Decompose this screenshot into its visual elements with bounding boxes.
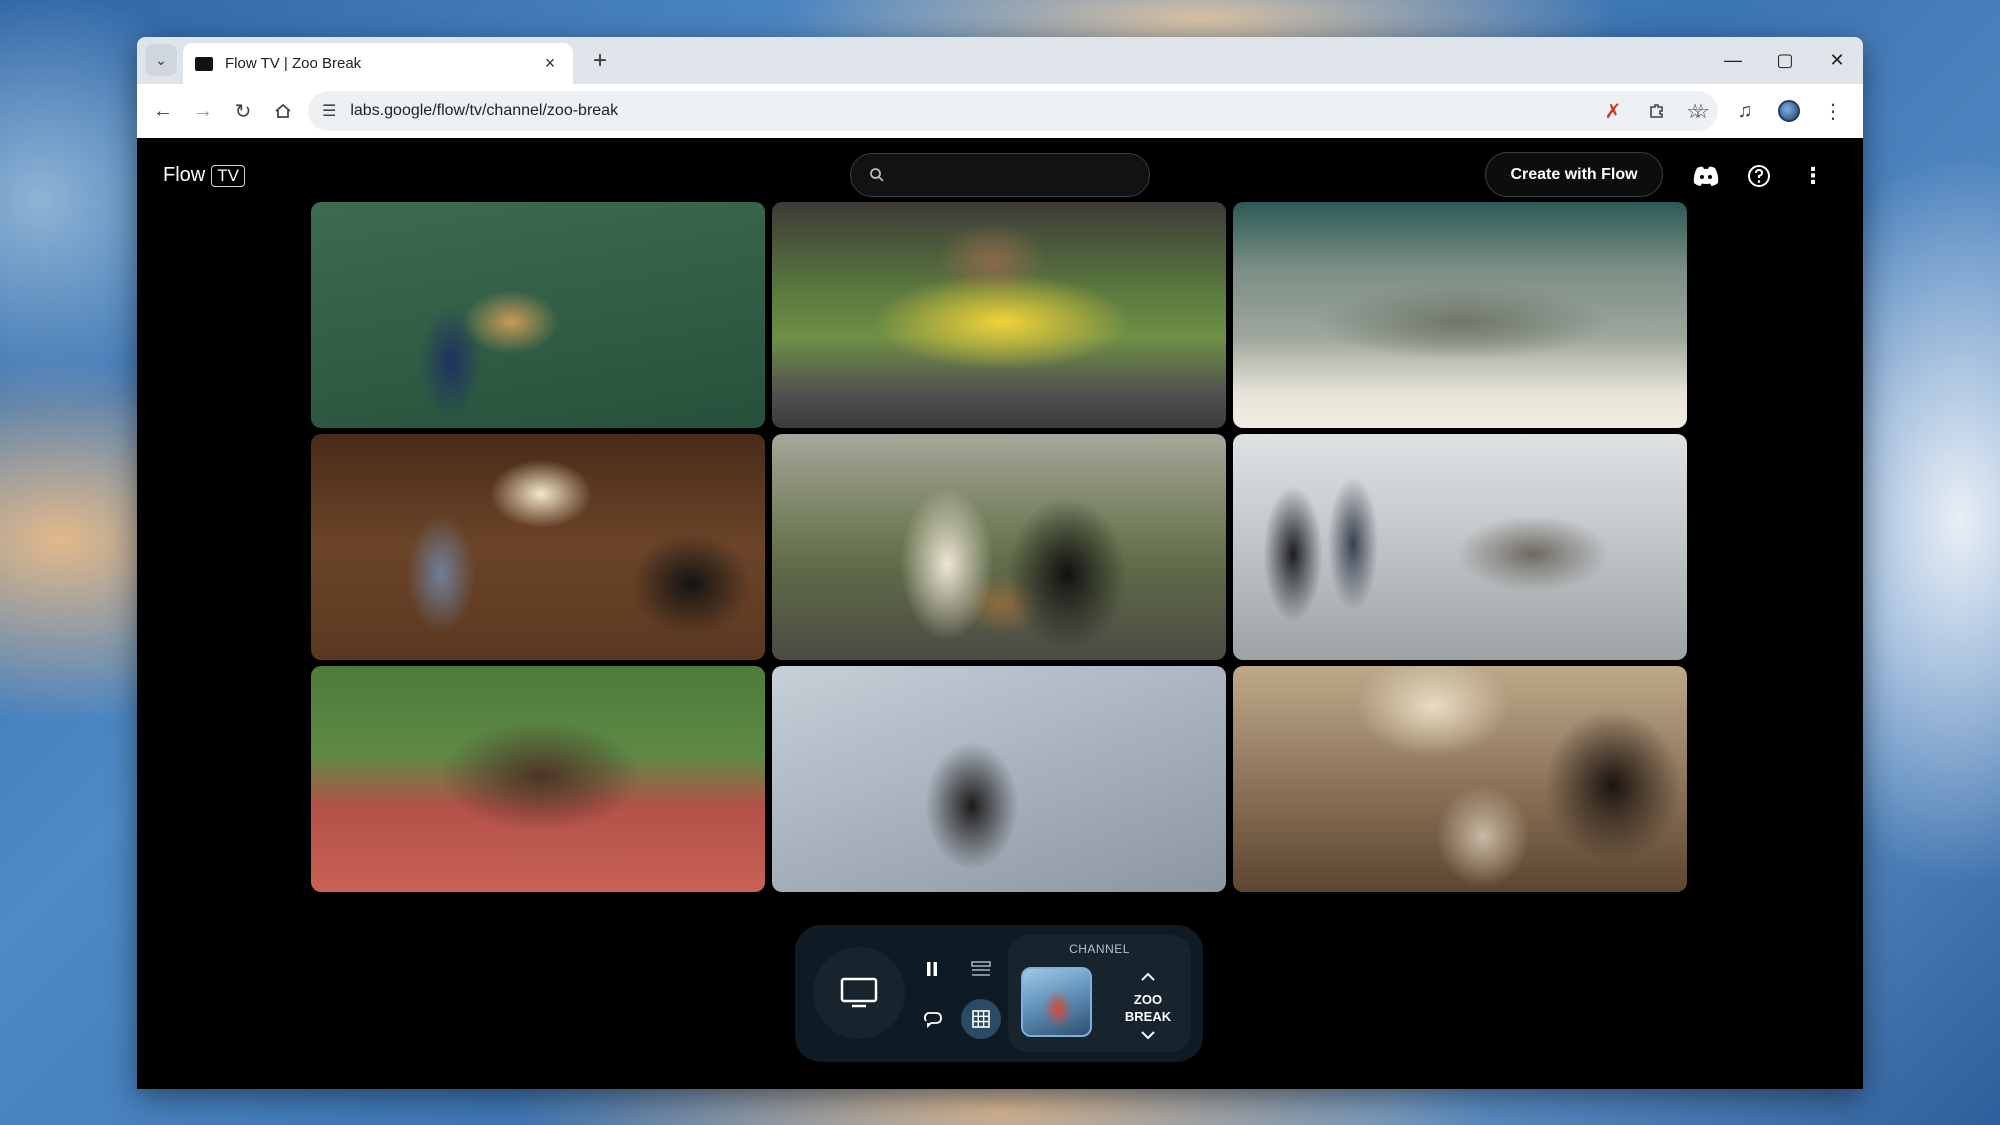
close-window-button[interactable]: ✕ bbox=[1811, 37, 1863, 84]
list-view-icon bbox=[971, 961, 991, 976]
active-tab[interactable]: Flow TV | Zoo Break × bbox=[183, 43, 573, 84]
minimize-button[interactable]: — bbox=[1707, 37, 1759, 84]
browser-window: ⌄ Flow TV | Zoo Break × + — ▢ ✕ ← → ↻ ☰ … bbox=[137, 37, 1863, 1089]
discord-icon bbox=[1693, 166, 1719, 186]
channel-down-button[interactable] bbox=[1133, 1025, 1163, 1045]
help-button[interactable] bbox=[1741, 158, 1777, 194]
maximize-button[interactable]: ▢ bbox=[1759, 37, 1811, 84]
video-tile[interactable]: goat-scaffolding bbox=[772, 666, 1226, 892]
forward-icon: → bbox=[193, 99, 213, 122]
video-tile[interactable]: monkeys-race-car bbox=[772, 202, 1226, 428]
forward-button[interactable]: → bbox=[183, 91, 223, 131]
video-subject: boar-running-track bbox=[321, 883, 329, 884]
profile-button[interactable] bbox=[1769, 91, 1809, 131]
pause-button[interactable] bbox=[912, 949, 952, 989]
video-tile[interactable]: boar-running-track bbox=[311, 666, 765, 892]
home-icon bbox=[275, 103, 291, 118]
flow-tv-page: Flow TV Create with Flow ⋮ cheetah-socce… bbox=[137, 138, 1863, 1089]
tab-title: Flow TV | Zoo Break bbox=[225, 55, 362, 72]
close-icon: ✕ bbox=[1829, 50, 1845, 70]
video-subject: monkeys-race-car bbox=[782, 419, 790, 420]
grid-view-icon bbox=[972, 1010, 990, 1028]
extension-icon bbox=[1650, 104, 1663, 118]
logo-badge: TV bbox=[211, 164, 245, 187]
home-button[interactable] bbox=[263, 91, 303, 131]
browser-menu-button[interactable]: ⋮ bbox=[1813, 91, 1853, 131]
video-tile[interactable]: horse-living-room bbox=[1233, 666, 1687, 892]
channel-label: CHANNEL bbox=[1069, 942, 1130, 956]
extension-red-button[interactable]: ✗ bbox=[1593, 91, 1633, 131]
create-with-flow-button[interactable]: Create with Flow bbox=[1485, 152, 1663, 197]
extensions-button[interactable] bbox=[1637, 91, 1677, 131]
new-tab-button[interactable]: + bbox=[585, 46, 615, 76]
minimize-icon: — bbox=[1724, 50, 1742, 70]
more-menu-button[interactable]: ⋮ bbox=[1795, 158, 1831, 194]
logo-text: Flow bbox=[163, 164, 206, 186]
channel-thumbnail[interactable] bbox=[1021, 967, 1092, 1037]
tab-search-button[interactable]: ⌄ bbox=[145, 44, 177, 76]
video-subject: buffalo-kitchen bbox=[321, 651, 328, 652]
back-icon: ← bbox=[153, 99, 173, 122]
maximize-icon: ▢ bbox=[1776, 50, 1794, 70]
bookmarks-icon: ☆ bbox=[1692, 100, 1710, 123]
loop-button[interactable] bbox=[912, 999, 952, 1039]
bookmarks-button[interactable]: ☆ bbox=[1681, 91, 1721, 131]
video-tile[interactable]: cheetah-soccer bbox=[311, 202, 765, 428]
discord-button[interactable] bbox=[1688, 158, 1724, 194]
flow-tv-logo[interactable]: Flow TV bbox=[163, 164, 245, 187]
close-icon[interactable]: × bbox=[539, 53, 561, 74]
chevron-down-icon bbox=[1141, 1031, 1155, 1040]
search-input[interactable] bbox=[850, 153, 1150, 197]
channel-name-line1: ZOO bbox=[1133, 992, 1163, 1007]
media-icon: ♫ bbox=[1737, 99, 1753, 122]
player-dock: CHANNEL ZOO BREAK bbox=[795, 925, 1203, 1062]
more-vert-icon: ⋮ bbox=[1802, 163, 1824, 188]
help-icon bbox=[1748, 165, 1770, 187]
extension-x-icon: ✗ bbox=[1604, 100, 1622, 123]
search-icon bbox=[870, 168, 884, 182]
avatar bbox=[1778, 100, 1800, 122]
grid-view-button[interactable] bbox=[961, 999, 1001, 1039]
tv-icon bbox=[840, 977, 878, 1008]
video-subject: sloth-clothesline bbox=[1243, 651, 1250, 652]
reload-icon: ↻ bbox=[234, 100, 252, 123]
video-subject: cheetah-soccer bbox=[321, 419, 328, 420]
video-tile[interactable]: sloth-clothesline bbox=[1233, 434, 1687, 660]
channel-up-button[interactable] bbox=[1133, 967, 1163, 987]
flow-favicon-icon bbox=[195, 56, 213, 71]
tv-mode-button[interactable] bbox=[813, 947, 905, 1039]
pause-icon bbox=[927, 962, 937, 976]
channel-name: ZOO BREAK bbox=[1115, 991, 1181, 1025]
back-button[interactable]: ← bbox=[143, 91, 183, 131]
browser-toolbar: ← → ↻ ☰ labs.google/flow/tv/channel/zoo-… bbox=[137, 84, 1863, 138]
tab-strip: ⌄ Flow TV | Zoo Break × + — ▢ ✕ bbox=[137, 37, 1863, 84]
chevron-up-icon bbox=[1141, 972, 1155, 981]
window-controls: — ▢ ✕ bbox=[1707, 37, 1863, 84]
loop-icon bbox=[923, 1012, 942, 1028]
video-subject: horse-living-room bbox=[1243, 883, 1251, 884]
video-tile[interactable]: peacock-capybara-panther-swing bbox=[772, 434, 1226, 660]
video-tile[interactable]: buffalo-kitchen bbox=[311, 434, 765, 660]
plus-icon: + bbox=[592, 47, 607, 74]
channel-selector: CHANNEL ZOO BREAK bbox=[1008, 935, 1191, 1052]
reload-button[interactable]: ↻ bbox=[223, 91, 263, 131]
menu-icon: ⋮ bbox=[1823, 100, 1843, 123]
toolbar-right: ✗ ☆ ♫ ⋮ bbox=[1593, 91, 1853, 131]
tune-icon[interactable]: ☰ bbox=[322, 101, 336, 121]
list-view-button[interactable] bbox=[961, 949, 1001, 989]
video-grid: cheetah-soccer monkeys-race-car shark-ba… bbox=[311, 202, 1767, 892]
media-button[interactable]: ♫ bbox=[1725, 91, 1765, 131]
video-tile[interactable]: shark-bathtub bbox=[1233, 202, 1687, 428]
video-subject: shark-bathtub bbox=[1243, 419, 1249, 420]
url-text[interactable]: labs.google/flow/tv/channel/zoo-break bbox=[350, 102, 1686, 120]
address-bar[interactable]: ☰ labs.google/flow/tv/channel/zoo-break … bbox=[308, 91, 1718, 131]
chevron-down-icon: ⌄ bbox=[155, 51, 167, 68]
video-subject: peacock-capybara-panther-swing bbox=[782, 651, 797, 652]
channel-name-line2: BREAK bbox=[1124, 1009, 1172, 1024]
video-subject: goat-scaffolding bbox=[782, 883, 789, 884]
